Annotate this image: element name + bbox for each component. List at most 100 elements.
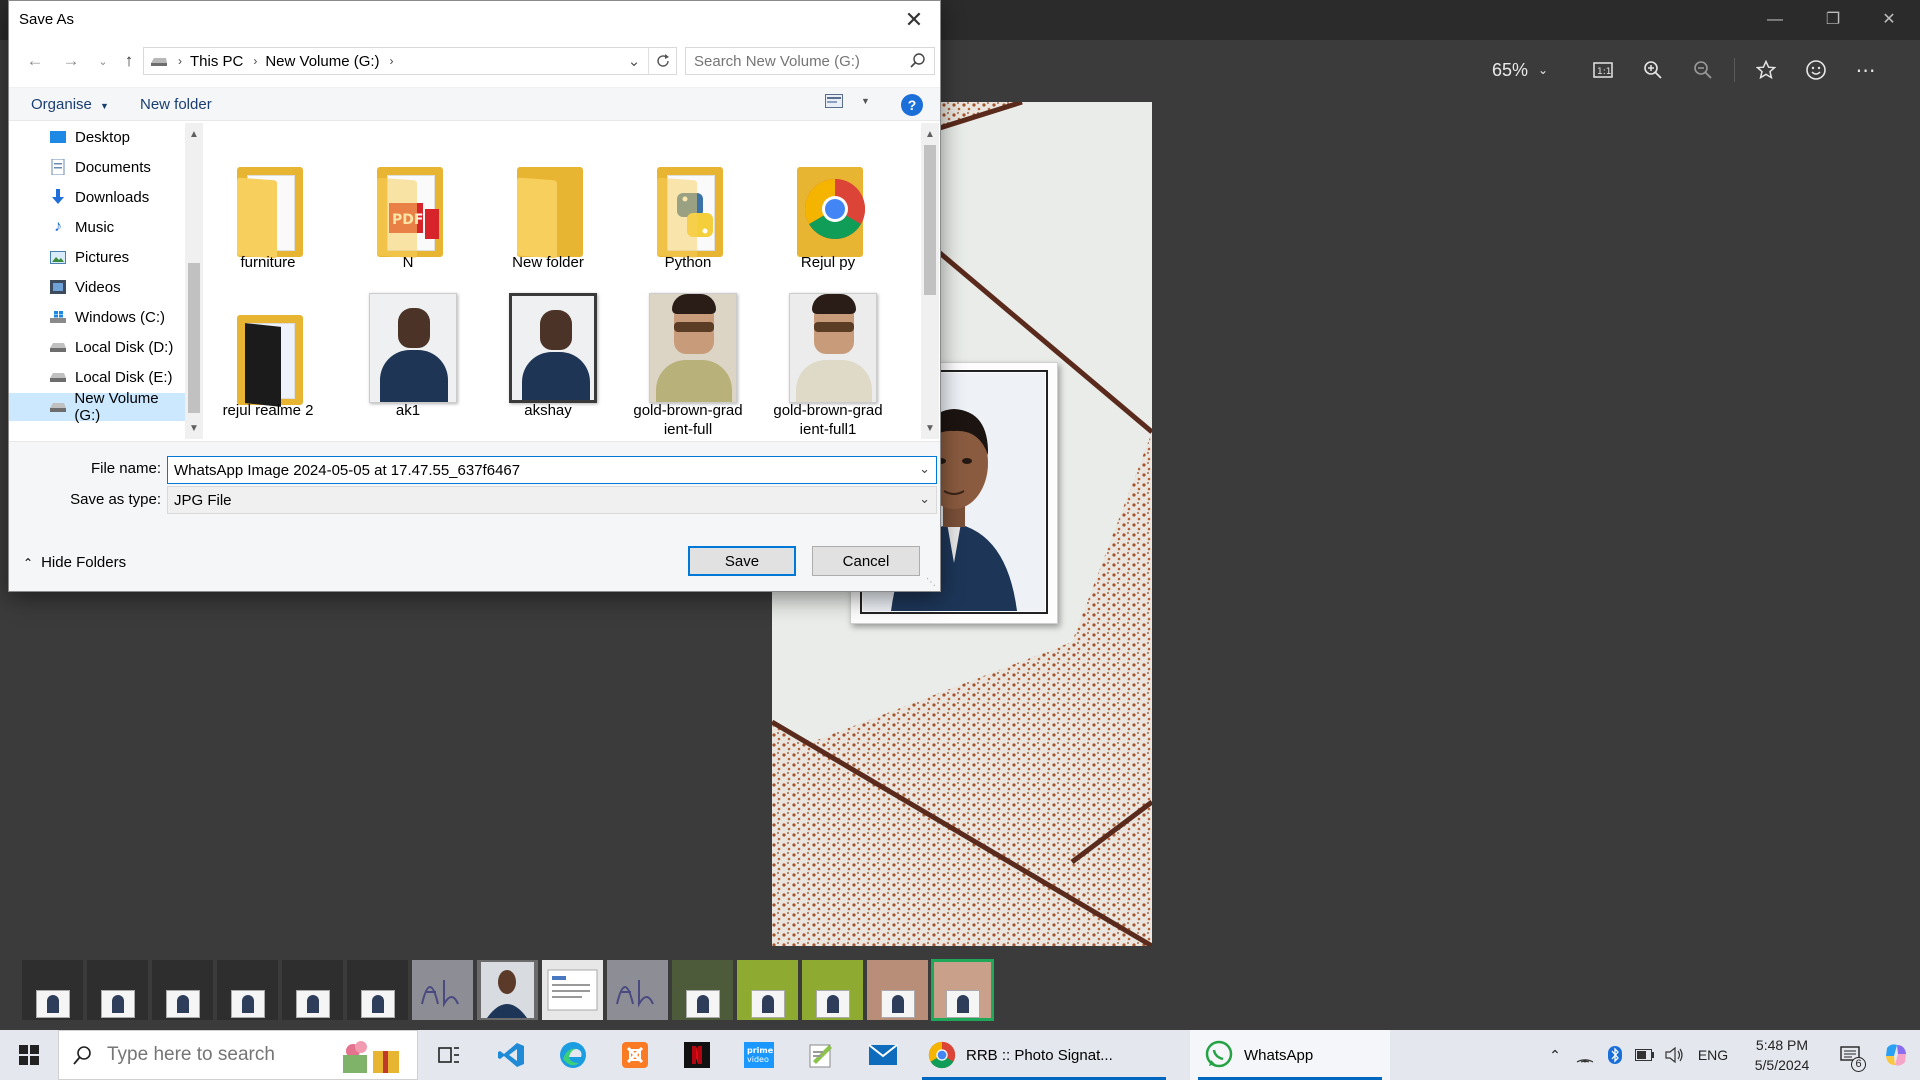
nav-item-videos[interactable]: Videos [9,273,185,301]
new-folder-button[interactable]: New folder [140,96,212,113]
filmstrip-thumb[interactable] [347,960,408,1020]
nav-item-windows-c[interactable]: Windows (C:) [9,303,185,331]
folder-item[interactable]: Rejul py [765,123,891,273]
file-name-combobox[interactable]: ⌄ [167,456,937,484]
taskbar-search-box[interactable] [58,1030,418,1080]
nav-item-pictures[interactable]: Pictures [9,243,185,271]
filmstrip-thumb[interactable] [737,960,798,1020]
volume-icon[interactable] [1660,1030,1690,1080]
edge-taskbar-button[interactable] [542,1030,604,1080]
nav-item-local-disk-d[interactable]: Local Disk (D:) [9,333,185,361]
folder-item[interactable]: Python [625,123,751,273]
scroll-up-icon[interactable]: ▲ [921,125,939,143]
folder-item[interactable]: rejul realme 2 [205,271,331,421]
favorite-icon[interactable] [1741,52,1791,88]
nav-item-music[interactable]: ♪ Music [9,213,185,241]
close-window-button[interactable]: ✕ [1866,6,1912,34]
filmstrip-thumb[interactable] [672,960,733,1020]
address-bar[interactable]: › This PC › New Volume (G:) › ⌄ [143,47,677,75]
chrome-taskbar-button[interactable]: RRB :: Photo Signat... [914,1030,1174,1080]
scroll-up-icon[interactable]: ▲ [185,125,203,143]
zoom-in-icon[interactable] [1628,52,1678,88]
zoom-out-icon[interactable] [1678,52,1728,88]
xampp-taskbar-button[interactable] [604,1030,666,1080]
image-file-item[interactable]: ak1 [345,271,471,421]
folder-item[interactable]: PDF N [345,123,471,273]
forward-arrow-icon[interactable]: → [59,49,83,73]
zoom-level-dropdown[interactable]: 65% ⌄ [1480,60,1560,81]
show-hidden-icons-chevron-icon[interactable]: ⌃ [1540,1030,1570,1080]
file-list-scrollbar[interactable]: ▲ ▼ [921,123,939,439]
filmstrip-thumb[interactable] [867,960,928,1020]
nav-item-downloads[interactable]: Downloads [9,183,185,211]
whatsapp-taskbar-button[interactable]: WhatsApp [1190,1030,1390,1080]
task-view-button[interactable] [418,1030,480,1080]
search-box[interactable] [685,47,935,75]
taskbar-search-input[interactable] [107,1044,307,1066]
change-view-button[interactable]: ▼ [825,94,870,108]
prime-video-taskbar-button[interactable]: prime video [728,1030,790,1080]
filmstrip-thumb-signature[interactable] [412,960,473,1020]
image-file-item[interactable]: gold-brown-grad ient-full1 [765,271,891,438]
recent-locations-chevron-icon[interactable]: ⌄ [91,49,115,73]
clock[interactable]: 5:48 PM 5/5/2024 [1736,1035,1828,1075]
copilot-button[interactable] [1872,1030,1920,1080]
image-file-item[interactable]: gold-brown-grad ient-full [625,271,751,438]
back-arrow-icon[interactable]: ← [23,49,47,73]
save-as-type-select[interactable]: JPG File ⌄ [167,486,937,514]
filmstrip-thumb-document[interactable] [542,960,603,1020]
input-language-indicator[interactable]: ENG [1690,1030,1736,1080]
feedback-icon[interactable] [1791,52,1841,88]
scrollbar-thumb[interactable] [924,145,936,295]
filmstrip-thumb[interactable] [477,960,538,1020]
search-input[interactable] [694,52,894,70]
close-icon[interactable]: ✕ [894,3,934,37]
filmstrip-thumb[interactable] [87,960,148,1020]
chevron-down-icon[interactable]: ⌄ [919,461,930,477]
minimize-button[interactable]: — [1752,6,1798,34]
resize-grip-icon[interactable]: ⋱ [926,577,938,589]
cancel-button[interactable]: Cancel [812,546,920,576]
up-arrow-icon[interactable]: ↑ [117,49,141,73]
scrollbar-thumb[interactable] [188,263,200,413]
image-file-item[interactable]: akshay [485,271,611,421]
breadcrumb-this-pc[interactable]: This PC [190,53,243,70]
battery-icon[interactable] [1630,1030,1660,1080]
breadcrumb-new-volume[interactable]: New Volume (G:) [265,53,379,70]
nav-item-local-disk-e[interactable]: Local Disk (E:) [9,363,185,391]
notifications-button[interactable]: 6 [1828,1030,1872,1080]
breadcrumb-separator-icon: › [389,54,394,68]
organise-button[interactable]: Organise ▼ [31,96,109,113]
netflix-taskbar-button[interactable] [666,1030,728,1080]
refresh-icon[interactable] [648,48,676,74]
filmstrip-thumb[interactable] [282,960,343,1020]
folder-item[interactable]: furniture [205,123,331,273]
filmstrip-thumb[interactable] [802,960,863,1020]
filmstrip-thumb-signature[interactable] [607,960,668,1020]
vscode-taskbar-button[interactable] [480,1030,542,1080]
file-name-input[interactable] [168,461,898,479]
network-icon[interactable] [1570,1030,1600,1080]
start-button[interactable] [0,1030,58,1080]
nav-item-documents[interactable]: Documents [9,153,185,181]
filmstrip-thumb[interactable] [217,960,278,1020]
scroll-down-icon[interactable]: ▼ [185,419,203,437]
notepad-plus-taskbar-button[interactable] [790,1030,852,1080]
mail-taskbar-button[interactable] [852,1030,914,1080]
filmstrip-thumb[interactable] [152,960,213,1020]
folder-item[interactable]: New folder [485,123,611,273]
actual-size-icon[interactable]: 1:1 [1578,52,1628,88]
help-icon[interactable]: ? [901,94,923,116]
scroll-down-icon[interactable]: ▼ [921,419,939,437]
filmstrip-thumb[interactable] [22,960,83,1020]
save-button[interactable]: Save [688,546,796,576]
navigation-scrollbar[interactable]: ▲ ▼ [185,123,203,439]
nav-item-desktop[interactable]: Desktop [9,123,185,151]
filmstrip-thumb-selected[interactable] [931,959,994,1021]
address-dropdown-icon[interactable]: ⌄ [622,48,646,74]
nav-item-new-volume-g[interactable]: New Volume (G:) [9,390,185,424]
bluetooth-icon[interactable] [1600,1030,1630,1080]
more-icon[interactable]: ⋯ [1841,52,1891,88]
restore-button[interactable]: ❐ [1810,6,1856,34]
hide-folders-button[interactable]: ⌃ Hide Folders [23,554,126,571]
